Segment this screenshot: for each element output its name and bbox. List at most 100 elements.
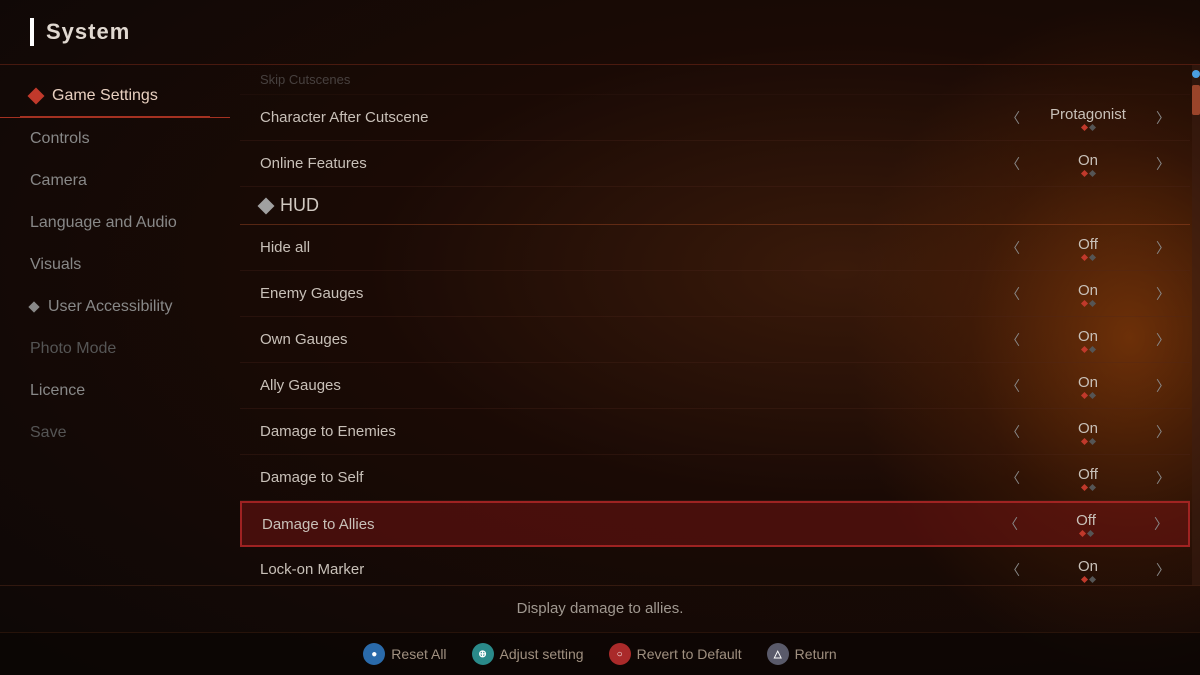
dots-char [1082, 125, 1095, 130]
dot-red [1080, 123, 1087, 130]
sidebar-label-controls: Controls [30, 130, 90, 148]
value-area-own: On [1028, 328, 1148, 352]
content-area: Skip Cutscenes Character After Cutscene … [230, 65, 1200, 585]
scrollbar-icon [1192, 70, 1200, 78]
arrow-left-own: 〈 [1006, 330, 1020, 350]
scrollbar[interactable] [1192, 65, 1200, 585]
reset-all-label: Reset All [391, 646, 446, 662]
setting-row-ally-gauges[interactable]: Ally Gauges 〈 On 〉 [240, 363, 1190, 409]
setting-row-online-features[interactable]: Online Features 〈 On 〉 [240, 141, 1190, 187]
sidebar: Game Settings Controls Camera Language a… [0, 65, 230, 585]
hud-section-header: HUD [240, 187, 1190, 225]
value-ally-gauges: On [1078, 374, 1098, 391]
arrow-left-hide: 〈 [1006, 238, 1020, 258]
sidebar-label-camera: Camera [30, 172, 87, 190]
value-damage-enemies: On [1078, 420, 1098, 437]
control-revert-default[interactable]: ○ Revert to Default [609, 643, 742, 665]
setting-row-damage-self[interactable]: Damage to Self 〈 Off 〉 [240, 455, 1190, 501]
setting-row-character-after-cutscene[interactable]: Character After Cutscene 〈 Protagonist 〉 [240, 95, 1190, 141]
sidebar-item-visuals[interactable]: Visuals [0, 244, 230, 286]
arrow-left-dmg-e: 〈 [1006, 422, 1020, 442]
value-area-ally-g: On [1028, 374, 1148, 398]
setting-name-online: Online Features [260, 155, 1006, 172]
reset-all-button[interactable]: ● [363, 643, 385, 665]
value-damage-self: Off [1078, 466, 1098, 483]
arrow-right-dmg-a: 〉 [1154, 514, 1168, 534]
header: System [0, 0, 1200, 65]
hud-section-title: HUD [280, 195, 319, 216]
setting-row-own-gauges[interactable]: Own Gauges 〈 On 〉 [240, 317, 1190, 363]
sidebar-item-camera[interactable]: Camera [0, 160, 230, 202]
sidebar-label-user-accessibility: User Accessibility [48, 298, 172, 316]
setting-row-damage-allies[interactable]: Damage to Allies 〈 Off 〉 [240, 501, 1190, 547]
small-diamond-icon [28, 301, 39, 312]
arrow-right-ally-g: 〉 [1156, 376, 1170, 396]
sidebar-label-licence: Licence [30, 382, 85, 400]
setting-row-hide-all[interactable]: Hide all 〈 Off 〉 [240, 225, 1190, 271]
setting-row-skip-cutscenes: Skip Cutscenes [240, 65, 1190, 95]
sidebar-label-game-settings: Game Settings [52, 87, 158, 105]
sidebar-label-save: Save [30, 424, 66, 442]
dots-online [1082, 171, 1095, 176]
arrow-right-own: 〉 [1156, 330, 1170, 350]
arrow-right-dmg-e: 〉 [1156, 422, 1170, 442]
header-bar [30, 18, 34, 46]
settings-list: Skip Cutscenes Character After Cutscene … [240, 65, 1190, 585]
setting-name-lock-on: Lock-on Marker [260, 561, 1006, 578]
description-bar: Display damage to allies. [0, 585, 1200, 632]
setting-name-skip: Skip Cutscenes [260, 72, 1170, 87]
sidebar-item-controls[interactable]: Controls [0, 118, 230, 160]
arrow-left-online: 〈 [1006, 154, 1020, 174]
arrow-right-char: 〉 [1156, 108, 1170, 128]
sidebar-label-visuals: Visuals [30, 256, 81, 274]
hud-diamond-icon [258, 197, 275, 214]
setting-name-own-gauges: Own Gauges [260, 331, 1006, 348]
value-area-lock: On [1028, 558, 1148, 582]
setting-name-ally-gauges: Ally Gauges [260, 377, 1006, 394]
dot-gray-online [1088, 169, 1095, 176]
sidebar-item-save[interactable]: Save [0, 412, 230, 454]
adjust-setting-button[interactable]: ⊕ [472, 643, 494, 665]
setting-name-damage-self: Damage to Self [260, 469, 1006, 486]
return-button[interactable]: △ [767, 643, 789, 665]
sidebar-item-language-audio[interactable]: Language and Audio [0, 202, 230, 244]
setting-name-enemy-gauges: Enemy Gauges [260, 285, 1006, 302]
value-enemy-gauges: On [1078, 282, 1098, 299]
setting-row-damage-enemies[interactable]: Damage to Enemies 〈 On 〉 [240, 409, 1190, 455]
value-damage-allies: Off [1076, 512, 1096, 529]
description-text: Display damage to allies. [517, 600, 684, 617]
value-area-char: Protagonist [1028, 106, 1148, 130]
setting-name-damage-enemies: Damage to Enemies [260, 423, 1006, 440]
control-return[interactable]: △ Return [767, 643, 837, 665]
main-layout: Game Settings Controls Camera Language a… [0, 65, 1200, 585]
setting-name-char-cutscene: Character After Cutscene [260, 109, 1006, 126]
value-area-dmg-a: Off [1026, 512, 1146, 536]
arrow-left-lock: 〈 [1006, 560, 1020, 580]
sidebar-item-user-accessibility[interactable]: User Accessibility [0, 286, 230, 328]
value-area-enemy: On [1028, 282, 1148, 306]
arrow-right-enemy: 〉 [1156, 284, 1170, 304]
page-title: System [46, 19, 130, 45]
control-reset-all[interactable]: ● Reset All [363, 643, 446, 665]
value-area-hide: Off [1028, 236, 1148, 260]
sidebar-label-language-audio: Language and Audio [30, 214, 177, 232]
adjust-setting-label: Adjust setting [500, 646, 584, 662]
control-adjust-setting[interactable]: ⊕ Adjust setting [472, 643, 584, 665]
value-lock-on: On [1078, 558, 1098, 575]
sidebar-item-licence[interactable]: Licence [0, 370, 230, 412]
setting-name-hide-all: Hide all [260, 239, 1006, 256]
arrow-left-char: 〈 [1006, 108, 1020, 128]
arrow-left-enemy: 〈 [1006, 284, 1020, 304]
value-own-gauges: On [1078, 328, 1098, 345]
setting-row-lock-on[interactable]: Lock-on Marker 〈 On 〉 [240, 547, 1190, 585]
value-hide-all: Off [1078, 236, 1098, 253]
value-area-dmg-s: Off [1028, 466, 1148, 490]
sidebar-item-photo-mode[interactable]: Photo Mode [0, 328, 230, 370]
sidebar-item-game-settings[interactable]: Game Settings [0, 75, 230, 118]
revert-default-button[interactable]: ○ [609, 643, 631, 665]
arrow-right-online: 〉 [1156, 154, 1170, 174]
setting-row-enemy-gauges[interactable]: Enemy Gauges 〈 On 〉 [240, 271, 1190, 317]
arrow-left-dmg-s: 〈 [1006, 468, 1020, 488]
revert-default-label: Revert to Default [637, 646, 742, 662]
arrow-right-hide: 〉 [1156, 238, 1170, 258]
